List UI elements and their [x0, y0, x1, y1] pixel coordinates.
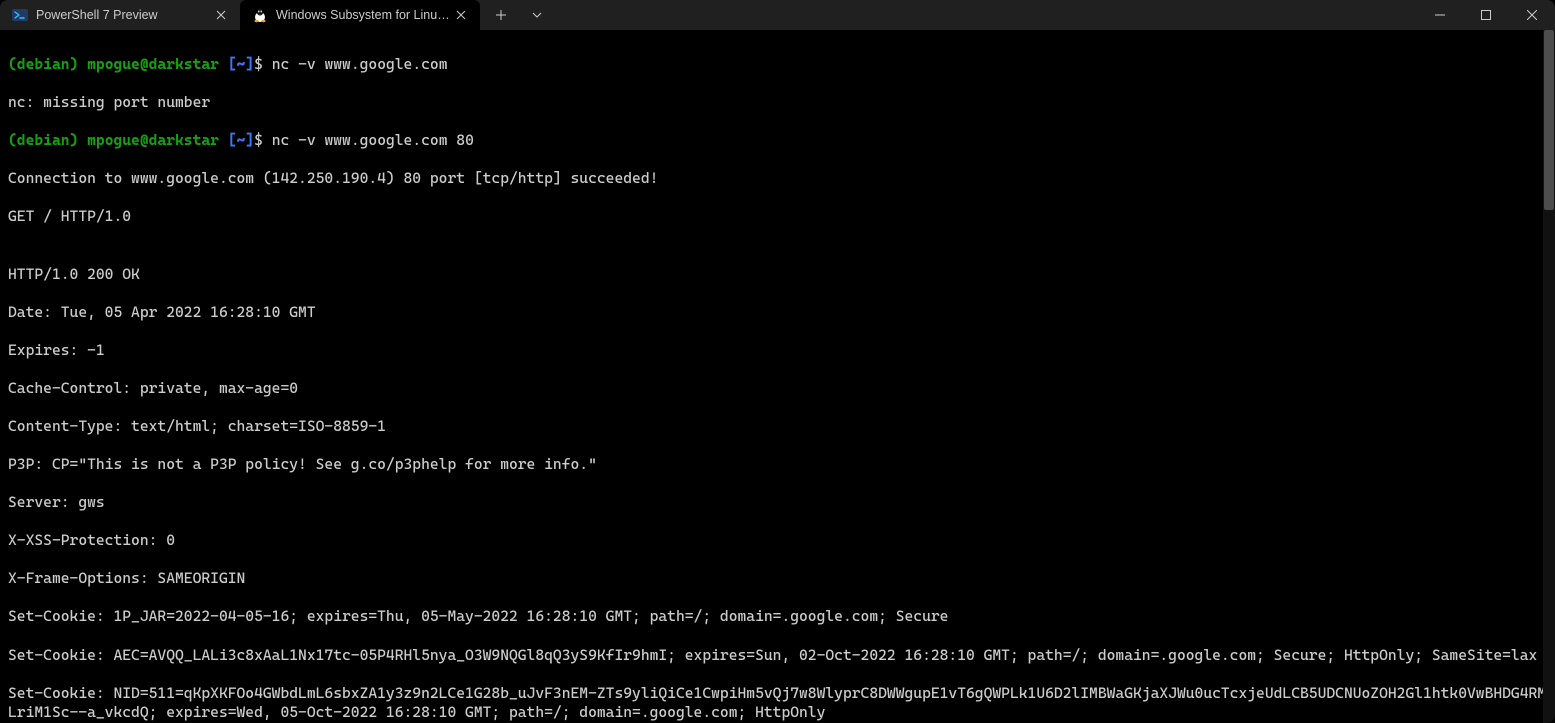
terminal-viewport[interactable]: (debian) mpogue@darkstar [~]$ nc -v www.… — [0, 30, 1555, 723]
output-line: GET / HTTP/1.0 — [8, 207, 1547, 226]
output-line: Set-Cookie: 1P_JAR=2022-04-05-16; expire… — [8, 607, 1547, 626]
prompt-path: [~] — [228, 131, 254, 149]
close-window-button[interactable] — [1509, 0, 1555, 30]
output-line: nc: missing port number — [8, 93, 1547, 112]
output-line: X-Frame-Options: SAMEORIGIN — [8, 569, 1547, 588]
maximize-button[interactable] — [1463, 0, 1509, 30]
close-icon[interactable] — [212, 6, 230, 24]
prompt-line: (debian) mpogue@darkstar [~]$ nc -v www.… — [8, 131, 1547, 150]
titlebar: PowerShell 7 Preview — [0, 0, 1555, 30]
output-line: Date: Tue, 05 Apr 2022 16:28:10 GMT — [8, 303, 1547, 322]
prompt-path: [~] — [228, 55, 254, 73]
prompt-symbol: $ — [254, 55, 263, 73]
prompt-user-host: mpogue@darkstar — [87, 55, 219, 73]
output-line: Set-Cookie: AEC=AVQQ_LALi3c8xAaL1Nx17tc-… — [8, 646, 1547, 665]
output-line: P3P: CP="This is not a P3P policy! See g… — [8, 455, 1547, 474]
scrollbar-thumb[interactable] — [1544, 30, 1554, 210]
tab-powershell[interactable]: PowerShell 7 Preview — [0, 0, 240, 30]
tux-icon — [252, 7, 268, 23]
output-line: Content-Type: text/html; charset=ISO-885… — [8, 417, 1547, 436]
output-line: Connection to www.google.com (142.250.19… — [8, 169, 1547, 188]
prompt-distro: (debian) — [8, 55, 78, 73]
powershell-icon — [12, 7, 28, 23]
prompt-user-host: mpogue@darkstar — [87, 131, 219, 149]
output-line: Expires: -1 — [8, 341, 1547, 360]
close-icon[interactable] — [452, 6, 470, 24]
new-tab-button[interactable] — [484, 0, 518, 30]
terminal-window: PowerShell 7 Preview — [0, 0, 1555, 723]
tab-label: Windows Subsystem for Linux P — [276, 8, 452, 22]
prompt-line: (debian) mpogue@darkstar [~]$ nc -v www.… — [8, 55, 1547, 74]
titlebar-drag-region[interactable] — [554, 0, 1417, 30]
scrollbar-vertical[interactable] — [1543, 30, 1555, 723]
command-text: nc -v www.google.com 80 — [272, 131, 474, 149]
output-line: Cache-Control: private, max-age=0 — [8, 379, 1547, 398]
output-line: Set-Cookie: NID=511=qKpXKFOo4GWbdLmL6sbx… — [8, 684, 1547, 722]
output-line: X-XSS-Protection: 0 — [8, 531, 1547, 550]
tab-wsl[interactable]: Windows Subsystem for Linux P — [240, 0, 480, 30]
tab-dropdown-button[interactable] — [520, 0, 554, 30]
prompt-distro: (debian) — [8, 131, 78, 149]
command-text: nc -v www.google.com — [272, 55, 448, 73]
prompt-symbol: $ — [254, 131, 263, 149]
tab-strip: PowerShell 7 Preview — [0, 0, 480, 30]
window-controls — [1417, 0, 1555, 30]
output-line: Server: gws — [8, 493, 1547, 512]
tab-label: PowerShell 7 Preview — [36, 8, 212, 22]
minimize-button[interactable] — [1417, 0, 1463, 30]
titlebar-actions — [480, 0, 554, 30]
output-line: HTTP/1.0 200 OK — [8, 265, 1547, 284]
